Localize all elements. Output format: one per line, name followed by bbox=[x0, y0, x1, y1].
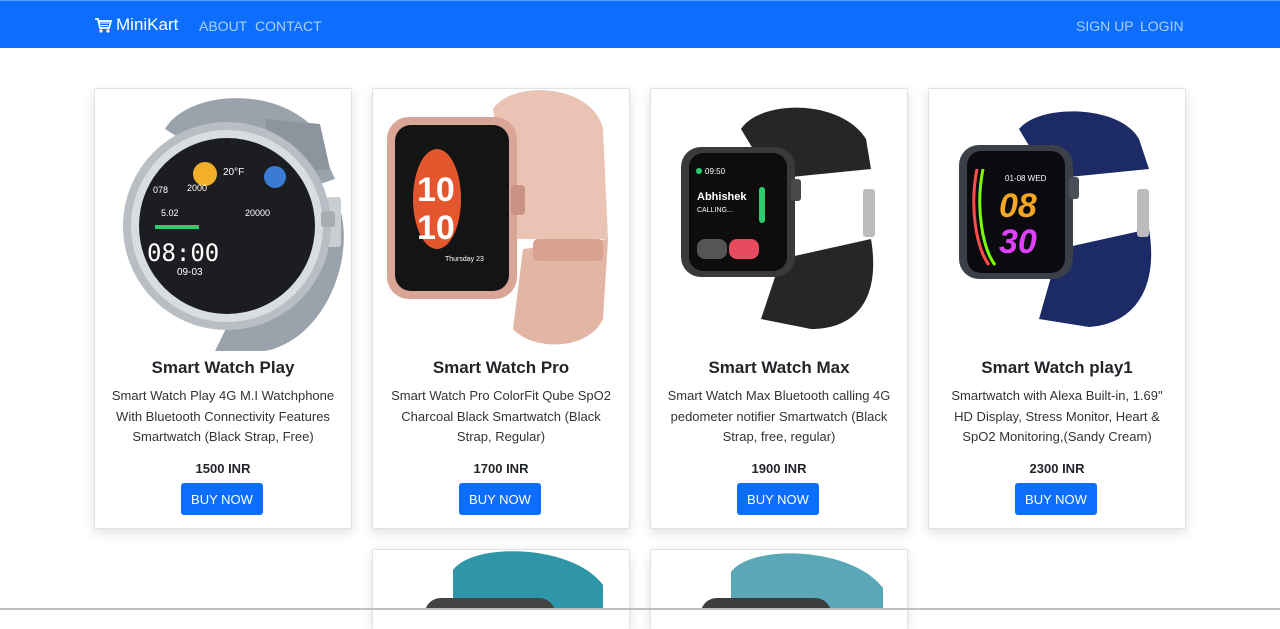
product-description: Smart Watch Play 4G M.I Watchphone With … bbox=[111, 388, 335, 444]
product-title: Smart Watch play1 bbox=[981, 358, 1133, 377]
watch-hour: 10 bbox=[417, 171, 455, 209]
black-calling-smartwatch: 09:50 Abhishek CALLING... bbox=[681, 107, 875, 329]
product-title: Smart Watch Max bbox=[708, 358, 850, 377]
heart-rate: 078 bbox=[153, 185, 168, 195]
watch-clock: 09:50 bbox=[705, 167, 726, 176]
cart-icon bbox=[95, 18, 112, 33]
watch-date: Thursday 23 bbox=[445, 256, 484, 263]
rose-gold-smartwatch: 10 10 Thursday 23 bbox=[387, 90, 608, 345]
product-image[interactable]: 10 10 Thursday 23 bbox=[373, 89, 629, 351]
nav-link-signup[interactable]: SIGN UP bbox=[1076, 18, 1134, 34]
nav-link-login[interactable]: LOGIN bbox=[1140, 18, 1184, 34]
calories: 20000 bbox=[245, 208, 270, 218]
watch-date: 01-08 WED bbox=[1005, 174, 1047, 183]
watch-hour: 08 bbox=[999, 187, 1037, 225]
product-image[interactable]: 20°F 078 2000 5.02 20000 08:00 09-03 bbox=[95, 89, 351, 351]
watch-minute: 30 bbox=[999, 223, 1037, 261]
product-card-partial bbox=[372, 549, 630, 629]
distance: 5.02 bbox=[161, 208, 179, 218]
product-card-partial bbox=[650, 549, 908, 629]
weather-temp: 20°F bbox=[223, 167, 244, 178]
product-card: 20°F 078 2000 5.02 20000 08:00 09-03 Sma… bbox=[94, 88, 352, 529]
product-card: 01-08 WED 08 30 Smart Watch play1 Smartw… bbox=[928, 88, 1186, 529]
light-teal-smartwatch[interactable] bbox=[651, 550, 907, 628]
caller-name: Abhishek bbox=[697, 191, 747, 203]
nav-link-about[interactable]: ABOUT bbox=[199, 18, 247, 34]
product-image[interactable]: 09:50 Abhishek CALLING... bbox=[651, 89, 907, 351]
round-silver-smartwatch: 20°F 078 2000 5.02 20000 08:00 09-03 bbox=[123, 98, 344, 351]
nav-link-contact[interactable]: CONTACT bbox=[255, 18, 322, 34]
product-price: 1900 INR bbox=[751, 461, 807, 476]
product-price: 1500 INR bbox=[195, 461, 251, 476]
product-price: 1700 INR bbox=[473, 461, 529, 476]
buy-now-button[interactable]: BUY NOW bbox=[181, 483, 263, 515]
product-card: 09:50 Abhishek CALLING... Smart Watch Ma… bbox=[650, 88, 908, 529]
buy-now-button[interactable]: BUY NOW bbox=[1015, 483, 1097, 515]
brand-name: MiniKart bbox=[116, 15, 179, 34]
product-description: Smart Watch Max Bluetooth calling 4G ped… bbox=[667, 388, 891, 444]
brand-logo[interactable]: MiniKart bbox=[94, 15, 178, 35]
product-card: 10 10 Thursday 23 Smart Watch Pro Smart … bbox=[372, 88, 630, 529]
watch-time: 08:00 bbox=[147, 239, 219, 267]
product-image[interactable]: 01-08 WED 08 30 bbox=[929, 89, 1185, 351]
buy-now-button[interactable]: BUY NOW bbox=[459, 483, 541, 515]
product-title: Smart Watch Pro bbox=[432, 358, 570, 377]
navy-smartwatch: 01-08 WED 08 30 bbox=[959, 111, 1152, 327]
product-price: 2300 INR bbox=[1029, 461, 1085, 476]
steps: 2000 bbox=[187, 183, 207, 193]
call-status: CALLING... bbox=[697, 207, 733, 214]
top-navbar: MiniKart ABOUT CONTACT SIGN UP LOGIN bbox=[0, 0, 1280, 48]
product-title: Smart Watch Play bbox=[151, 358, 295, 377]
watch-minute: 10 bbox=[417, 209, 455, 247]
product-description: Smart Watch Pro ColorFit Qube SpO2 Charc… bbox=[391, 388, 611, 444]
teal-smartwatch[interactable] bbox=[373, 550, 629, 628]
watch-date: 09-03 bbox=[177, 267, 203, 278]
buy-now-button[interactable]: BUY NOW bbox=[737, 483, 819, 515]
product-description: Smartwatch with Alexa Built-in, 1.69" HD… bbox=[951, 388, 1163, 444]
